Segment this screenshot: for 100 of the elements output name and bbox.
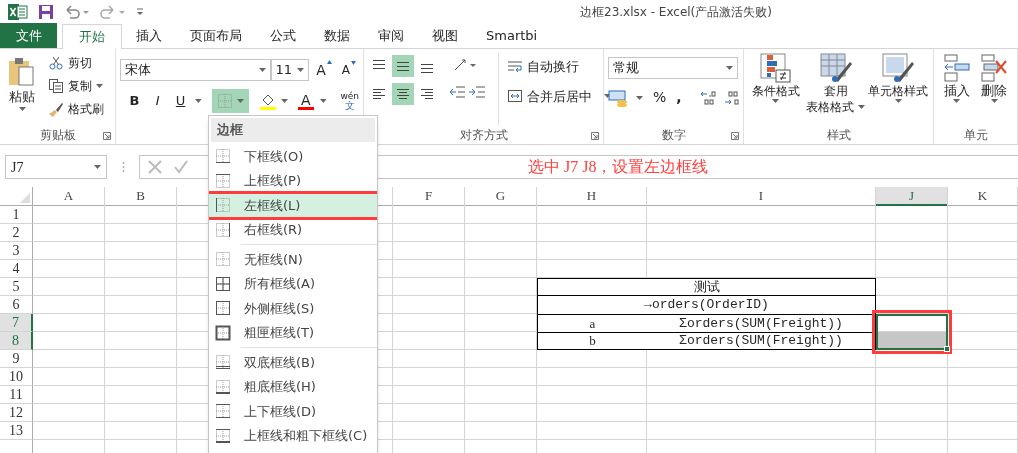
horizontal-align-button[interactable]	[392, 83, 414, 105]
decrease-decimal-icon[interactable]	[723, 88, 742, 107]
align-left-icon	[371, 86, 387, 102]
ribbon-tab[interactable]: 开始	[62, 24, 122, 49]
name-box[interactable]: J7	[5, 155, 107, 179]
column-header[interactable]: A	[33, 187, 105, 206]
copy-button[interactable]: 复制	[48, 76, 104, 96]
column-header[interactable]: F	[393, 187, 465, 206]
cell-style-icon	[882, 53, 915, 83]
redo-icon[interactable]	[100, 5, 126, 19]
ribbon-tab[interactable]: 数据	[310, 23, 364, 48]
font-color-button[interactable]: A	[297, 92, 314, 110]
spreadsheet-logo-icon[interactable]	[8, 4, 28, 20]
font-name-field[interactable]: 宋体	[120, 59, 271, 81]
bold-button[interactable]: B	[126, 91, 144, 111]
increase-indent-icon[interactable]	[468, 83, 486, 101]
align-right-icon	[419, 86, 435, 102]
dialog-launcher-icon[interactable]	[103, 132, 111, 140]
column-header[interactable]: H	[537, 187, 647, 206]
delete-cells-button[interactable]: 删除	[975, 53, 1013, 126]
fill-handle[interactable]	[944, 346, 950, 352]
fill-color-button[interactable]	[258, 92, 288, 110]
phonetic-button[interactable]: wén 文	[340, 91, 359, 111]
ribbon-tab[interactable]: 视图	[418, 23, 472, 48]
ribbon-tab[interactable]: 审阅	[364, 23, 418, 48]
format-as-table-button[interactable]: 套用 表格格式	[803, 53, 868, 126]
conditional-formatting-button[interactable]: 条件格式	[748, 53, 804, 126]
ribbon-tab[interactable]: 公式	[256, 23, 310, 48]
number-format-field[interactable]: 常规	[608, 57, 738, 79]
caret-icon	[94, 165, 101, 169]
insert-cells-icon	[942, 53, 971, 83]
increase-decimal-icon[interactable]	[699, 88, 718, 107]
table-cell: →orders(OrderID)	[537, 296, 876, 314]
row-header[interactable]: 11	[0, 386, 33, 404]
vertical-align-button[interactable]	[392, 55, 414, 77]
row-header[interactable]: 5	[0, 278, 33, 296]
ribbon-tab[interactable]: 插入	[122, 23, 176, 48]
dialog-launcher-icon[interactable]	[731, 132, 739, 140]
column-header[interactable]: J	[876, 187, 948, 206]
menu-item[interactable]: 左框线(L)	[209, 193, 377, 218]
decrease-indent-icon[interactable]	[448, 83, 466, 101]
dialog-launcher-icon[interactable]	[591, 132, 599, 140]
wrap-text-button[interactable]: 自动换行	[507, 57, 611, 77]
row-header[interactable]: 3	[0, 242, 33, 260]
font-size-field[interactable]: 11	[270, 59, 310, 81]
menu-item[interactable]: 外侧框线(S)	[209, 296, 377, 321]
shrink-font-button[interactable]: A	[338, 61, 359, 79]
table-style-icon	[819, 53, 852, 83]
window-title: 边框23.xlsx - Excel(产品激活失败)	[580, 4, 772, 21]
undo-icon[interactable]	[64, 5, 90, 19]
ribbon-tab[interactable]: Smartbi	[472, 23, 552, 48]
row-header[interactable]: 8	[0, 332, 33, 350]
scissors-icon	[48, 55, 64, 71]
menu-item[interactable]: 无框线(N)	[209, 247, 377, 272]
column-header[interactable]: I	[647, 187, 876, 206]
format-painter-button[interactable]: 格式刷	[48, 99, 104, 119]
cell-styles-button[interactable]: 单元格样式	[867, 53, 929, 126]
customize-toolbar-icon[interactable]	[136, 7, 144, 17]
table-cell: Σorders(SUM(Freight))	[647, 314, 876, 332]
menu-item[interactable]: 上下框线(D)	[209, 399, 377, 424]
borders-button[interactable]	[211, 89, 249, 113]
row-header[interactable]: 9	[0, 350, 33, 368]
column-header[interactable]: B	[105, 187, 177, 206]
row-header[interactable]: 4	[0, 260, 33, 278]
row-header[interactable]: 1	[0, 206, 33, 224]
menu-item[interactable]: 右框线(R)	[209, 217, 377, 242]
caret-icon	[297, 68, 305, 72]
comma-button[interactable]: ,	[676, 87, 682, 108]
insert-cells-button[interactable]: 插入	[938, 53, 976, 126]
row-header[interactable]: 10	[0, 368, 33, 386]
italic-button[interactable]: I	[149, 91, 167, 111]
menu-item[interactable]: 所有框线(A)	[209, 271, 377, 296]
currency-icon[interactable]	[608, 88, 630, 107]
menu-item[interactable]: 双底框线(B)	[209, 350, 377, 375]
caret-icon	[96, 84, 103, 88]
underline-button[interactable]: U	[172, 91, 190, 111]
caret-icon	[858, 105, 865, 109]
border-style-icon	[215, 172, 231, 189]
grow-font-button[interactable]: A	[313, 59, 335, 81]
menu-item[interactable]: 粗匣框线(T)	[209, 320, 377, 345]
save-icon[interactable]	[38, 4, 54, 20]
cut-button[interactable]: 剪切	[48, 53, 104, 73]
conditional-format-icon	[759, 53, 792, 83]
merge-center-button[interactable]: 合并后居中	[507, 86, 611, 106]
row-header[interactable]: 13	[0, 422, 33, 440]
row-header[interactable]: 7	[0, 314, 33, 332]
ribbon-tab[interactable]: 页面布局	[176, 23, 256, 48]
table-cell: b	[537, 332, 647, 350]
clipboard-icon	[7, 57, 37, 87]
caret-icon	[990, 99, 998, 103]
menu-item[interactable]: 粗底框线(H)	[209, 374, 377, 399]
color-bar	[297, 106, 314, 110]
row-header[interactable]: 2	[0, 224, 33, 242]
paste-button[interactable]: 粘贴	[4, 53, 40, 126]
column-header[interactable]: K	[948, 187, 1018, 206]
column-header[interactable]: G	[465, 187, 537, 206]
percent-button[interactable]: %	[653, 87, 667, 108]
row-header[interactable]: 12	[0, 404, 33, 422]
ribbon-tab[interactable]: 文件	[0, 23, 57, 48]
menu-item[interactable]: 上框线和粗下框线(C)	[209, 423, 377, 448]
